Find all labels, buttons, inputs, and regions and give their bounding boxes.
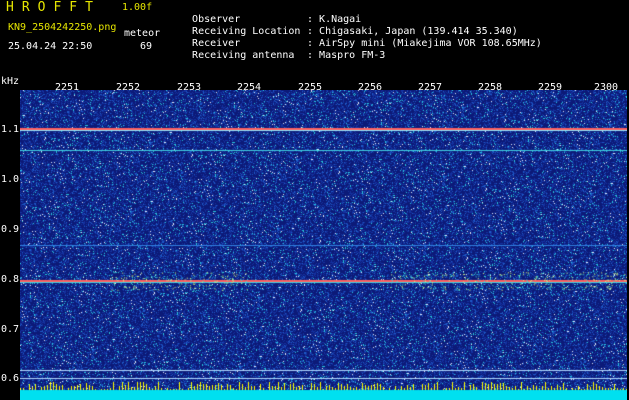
- observation-datetime: 25.04.24 22:50: [8, 41, 93, 52]
- info-separator: :: [307, 50, 314, 61]
- app-version: 1.00f: [122, 2, 153, 13]
- app-title: HROFFT: [6, 0, 101, 15]
- info-row-antenna: Receiving antenna: Maspro FM-3: [180, 39, 385, 61]
- info-value: Maspro FM-3: [319, 50, 386, 61]
- y-tick-label: 0.6: [1, 373, 20, 384]
- y-tick-label: 0.7: [1, 324, 20, 335]
- file-name: KN9_2504242250.png: [8, 22, 117, 33]
- y-tick-label: 1.1: [1, 124, 20, 135]
- info-key: Receiving antenna: [192, 50, 295, 61]
- meteor-count: 69: [140, 41, 153, 52]
- spectrogram-canvas: [20, 90, 627, 400]
- y-tick-label: 0.9: [1, 224, 20, 235]
- frequency-unit-label: kHz: [1, 76, 20, 87]
- spectrogram-waterfall: [20, 90, 627, 400]
- y-tick-label: 1.0: [1, 174, 20, 185]
- meteor-label: meteor: [124, 28, 161, 39]
- y-tick-label: 0.8: [1, 274, 20, 285]
